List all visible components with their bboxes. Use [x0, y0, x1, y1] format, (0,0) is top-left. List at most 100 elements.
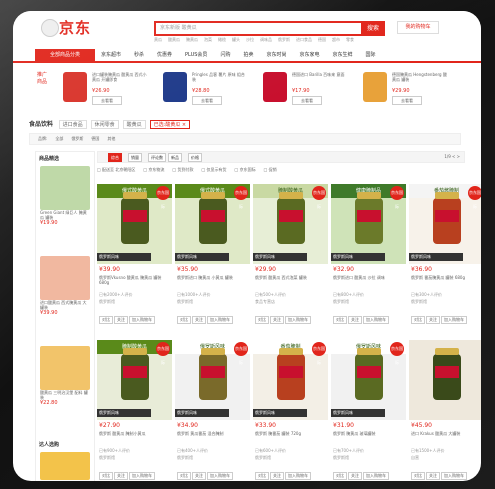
- product-title[interactable]: 俄罗斯Vkusno 酸黄瓜 腌黄瓜 罐装 680g: [99, 275, 171, 290]
- brand-option[interactable]: 俄罗斯: [71, 136, 83, 141]
- sidebar-product-title[interactable]: 进口酸黄瓜 西式腌黄瓜 大罐装: [40, 300, 90, 310]
- product-image[interactable]: 健康腌制品 京东国际 俄罗斯风味: [331, 184, 406, 264]
- product-reviews[interactable]: 已有800+人评价: [333, 292, 364, 298]
- product-reviews[interactable]: 已有1000+人评价: [177, 292, 211, 298]
- product-reviews[interactable]: 已有300+人评价: [411, 292, 442, 298]
- breadcrumb-chip[interactable]: 进口食品: [58, 120, 87, 129]
- product-reviews[interactable]: 已有2000+人评价: [99, 292, 133, 298]
- hotword-link[interactable]: 进口食品: [296, 37, 312, 42]
- sort-option[interactable]: 综合: [108, 153, 122, 162]
- product-action-button[interactable]: 对比: [333, 472, 347, 480]
- product-image[interactable]: 俄罗斯风味 京东国际 俄罗斯风味: [331, 340, 406, 420]
- product-store[interactable]: 俄罗斯馆: [411, 299, 427, 305]
- product-image[interactable]: 腌制酸黄瓜 京东国际 俄罗斯风味: [253, 184, 328, 264]
- sort-option[interactable]: 新品: [168, 153, 182, 162]
- product-store[interactable]: 俄罗斯馆: [99, 455, 115, 461]
- promo-item-button[interactable]: 去看看: [92, 96, 122, 105]
- product-store[interactable]: 俄罗斯馆: [333, 455, 349, 461]
- product-action-button[interactable]: 关注: [192, 472, 206, 480]
- product-store[interactable]: 食品专营店: [255, 299, 275, 305]
- product-action-button[interactable]: 加入购物车: [129, 316, 155, 324]
- product-card[interactable]: 俄罗斯风味 京东国际 俄罗斯风味 ¥34.90 俄罗斯 黄瓜番茄 混合腌制 已有400+人…: [175, 340, 250, 481]
- product-reviews[interactable]: 已有600+人评价: [255, 448, 286, 454]
- product-image[interactable]: 腌制酸黄瓜 京东国际 俄罗斯风味: [97, 340, 172, 420]
- filter-checkbox[interactable]: □ 货到付款: [172, 167, 193, 172]
- cart-button[interactable]: 我的购物车: [397, 21, 439, 34]
- product-action-button[interactable]: 加入购物车: [363, 316, 389, 324]
- promo-item-title[interactable]: 德国腌黄瓜 Hengstenberg 酸黄瓜 罐装: [392, 72, 448, 87]
- hotword-link[interactable]: 调味品: [260, 37, 272, 42]
- sidebar-product-title[interactable]: Green Giant 绿巨人 腌黄瓜 罐装: [40, 210, 90, 220]
- product-card[interactable]: 俄罗斯风味 京东国际 俄罗斯风味 ¥31.90 俄罗斯 腌黄瓜 玻璃罐装 已有700+人评…: [331, 340, 406, 481]
- product-action-button[interactable]: 关注: [270, 472, 284, 480]
- promo-item[interactable]: Pringles 品客 薯片 原味 组合装 ¥28.80 去看看: [157, 68, 250, 108]
- sort-option[interactable]: 评论数: [148, 153, 166, 162]
- product-reviews[interactable]: 已有700+人评价: [333, 448, 364, 454]
- filter-checkbox[interactable]: □ 京东物流: [143, 167, 164, 172]
- selected-filter-chip[interactable]: 已选:酸黄瓜 ×: [149, 120, 191, 129]
- product-action-button[interactable]: 对比: [177, 472, 191, 480]
- product-store[interactable]: 自营: [411, 455, 419, 461]
- nav-item[interactable]: 国际: [366, 52, 376, 58]
- promo-item[interactable]: 进口罐装腌黄瓜 酸黄瓜 西式小黄瓜 开罐即食 ¥26.90 去看看: [57, 68, 150, 108]
- product-title[interactable]: 俄罗斯 酸黄瓜 腌制小黄瓜: [99, 431, 171, 446]
- product-store[interactable]: 俄罗斯馆: [177, 299, 193, 305]
- nav-item[interactable]: 优惠券: [157, 52, 172, 58]
- product-action-button[interactable]: 加入购物车: [441, 316, 467, 324]
- breadcrumb-chip[interactable]: 酸黄瓜: [122, 120, 146, 129]
- jd-logo[interactable]: 京东: [41, 17, 101, 37]
- product-action-button[interactable]: 关注: [114, 316, 128, 324]
- sidebar-product[interactable]: 进口酸黄瓜 西式腌黄瓜 大罐装 ¥39.90: [40, 256, 90, 316]
- nav-item[interactable]: 京东生鲜: [333, 52, 353, 58]
- hotword-link[interactable]: 德国: [318, 37, 326, 42]
- filter-checkbox[interactable]: □ 京东国际: [235, 167, 256, 172]
- product-image[interactable]: 番茄酱腌制 京东国际 俄罗斯风味: [409, 184, 481, 264]
- product-title[interactable]: 进口 Krakus 酸黄瓜 大罐装: [411, 431, 481, 446]
- search-input[interactable]: 京东新版 酸黄瓜: [154, 21, 363, 36]
- product-title[interactable]: 俄罗斯 腌番茄 罐装 720g: [255, 431, 327, 446]
- product-card[interactable]: 番茄酱腌制 京东国际 俄罗斯风味 ¥36.90 俄罗斯 番茄腌黄瓜 罐装 680g 已有3…: [409, 184, 481, 334]
- product-store[interactable]: 俄罗斯馆: [99, 299, 115, 305]
- sort-option[interactable]: 价格: [188, 153, 202, 162]
- product-action-button[interactable]: 关注: [348, 472, 362, 480]
- category-menu-button[interactable]: 全部商品分类: [35, 49, 95, 61]
- promo-item[interactable]: 德国腌黄瓜 Hengstenberg 酸黄瓜 罐装 ¥29.90 去看看: [357, 68, 450, 108]
- product-action-button[interactable]: 对比: [99, 472, 113, 480]
- product-action-button[interactable]: 对比: [255, 472, 269, 480]
- product-action-button[interactable]: 加入购物车: [441, 472, 467, 480]
- hotword-link[interactable]: 超市: [332, 37, 340, 42]
- hotword-link[interactable]: 橄榄: [218, 37, 226, 42]
- promo-item-title[interactable]: Pringles 品客 薯片 原味 组合装: [192, 72, 248, 87]
- product-action-button[interactable]: 加入购物车: [285, 472, 311, 480]
- product-reviews[interactable]: 已有400+人评价: [177, 448, 208, 454]
- filter-checkbox[interactable]: □ 促销: [264, 167, 277, 172]
- product-card[interactable]: ¥45.90 进口 Krakus 酸黄瓜 大罐装 已有1500+人评价 自营 对比 关注加…: [409, 340, 481, 481]
- product-image[interactable]: 俄式酸黄瓜 京东国际 俄罗斯风味: [97, 184, 172, 264]
- product-action-button[interactable]: 对比: [255, 316, 269, 324]
- search-button[interactable]: 搜索: [361, 21, 385, 36]
- product-card[interactable]: 腌制酸黄瓜 京东国际 俄罗斯风味 ¥29.90 俄罗斯 酸黄瓜 西式泡菜 罐装 已有500…: [253, 184, 328, 334]
- brand-option[interactable]: 其他: [107, 136, 115, 141]
- promo-item-title[interactable]: 德国进口 Barilla 百味来 意面: [292, 72, 348, 87]
- promo-item[interactable]: 德国进口 Barilla 百味来 意面 ¥17.90 去看看: [257, 68, 350, 108]
- nav-item[interactable]: 京东家电: [299, 52, 319, 58]
- product-action-button[interactable]: 加入购物车: [207, 316, 233, 324]
- product-title[interactable]: 俄罗斯 腌黄瓜 玻璃罐装: [333, 431, 405, 446]
- sidebar-product[interactable]: [40, 452, 90, 480]
- hotword-link[interactable]: 泡菜: [204, 37, 212, 42]
- sidebar-product[interactable]: 酸黄瓜 三明治汉堡 配料 罐装 ¥22.80: [40, 346, 90, 406]
- hotword-link[interactable]: 腌黄瓜: [186, 37, 198, 42]
- product-action-button[interactable]: 关注: [192, 316, 206, 324]
- product-title[interactable]: 俄罗斯 酸黄瓜 西式泡菜 罐装: [255, 275, 327, 290]
- sidebar-product-title[interactable]: 酸黄瓜 三明治汉堡 配料 罐装: [40, 390, 90, 400]
- product-action-button[interactable]: 加入购物车: [129, 472, 155, 480]
- nav-item[interactable]: 闪购: [220, 52, 230, 58]
- product-title[interactable]: 俄罗斯进口 酸黄瓜 沙拉 调味: [333, 275, 405, 290]
- hotword-link[interactable]: 黄瓜: [154, 37, 162, 42]
- product-action-button[interactable]: 对比: [411, 316, 425, 324]
- nav-item[interactable]: 京东超市: [101, 52, 121, 58]
- product-reviews[interactable]: 已有500+人评价: [255, 292, 286, 298]
- product-image[interactable]: 俄罗斯风味 京东国际 俄罗斯风味: [175, 340, 250, 420]
- nav-item[interactable]: 京东时尚: [266, 52, 286, 58]
- product-card[interactable]: 腌制酸黄瓜 京东国际 俄罗斯风味 ¥27.90 俄罗斯 酸黄瓜 腌制小黄瓜 已有900+人…: [97, 340, 172, 481]
